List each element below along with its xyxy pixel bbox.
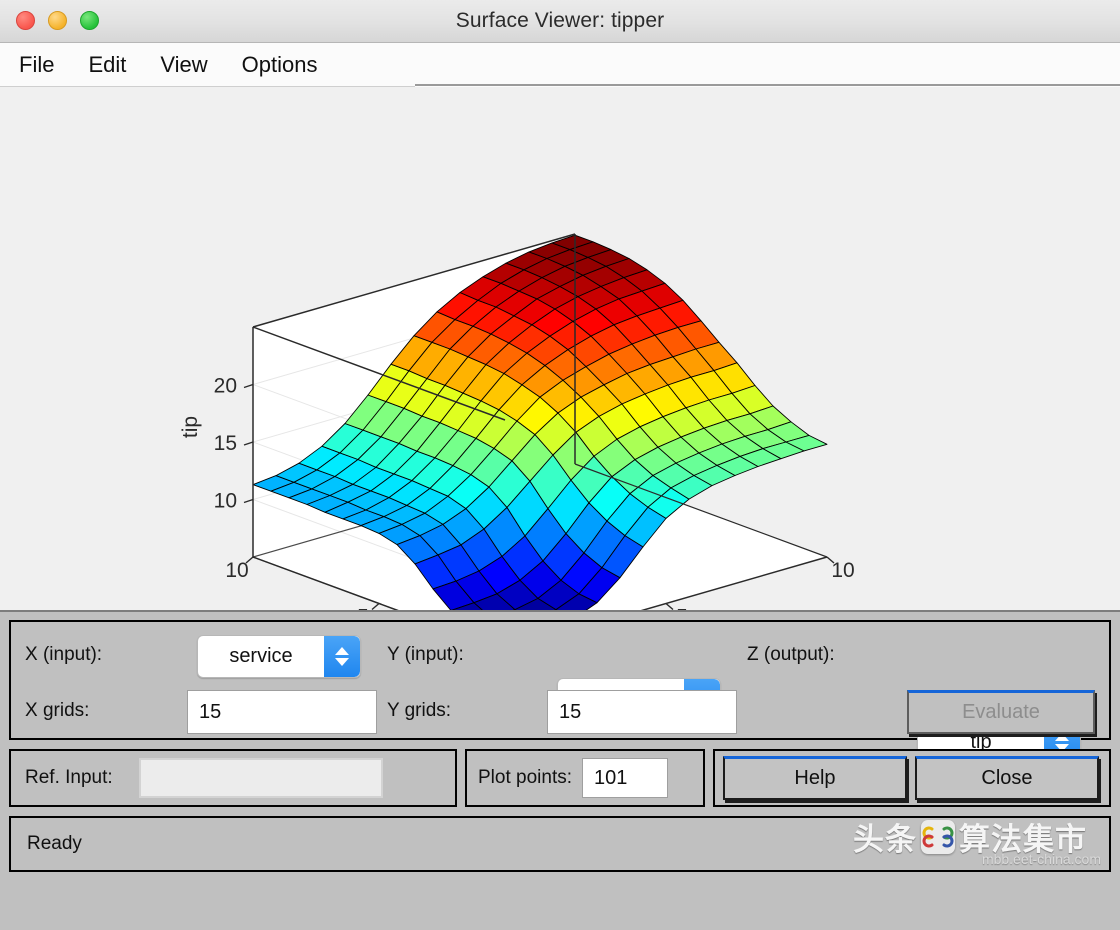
plot-points-label: Plot points:	[478, 767, 572, 788]
ref-input-panel: Ref. Input:	[9, 749, 457, 807]
svg-text:10: 10	[214, 490, 237, 513]
watermark: 头条 算法集市 mbb.eet-china.com	[853, 810, 1103, 870]
chevron-down-icon	[335, 658, 349, 666]
x-input-dropdown[interactable]: service	[197, 635, 361, 678]
status-text: Ready	[27, 833, 82, 854]
watermark-name: 算法集市	[959, 822, 1087, 858]
x-input-value: service	[229, 645, 293, 667]
svg-text:10: 10	[831, 559, 854, 582]
menubar-divider-right	[415, 84, 1120, 86]
menu-edit[interactable]: Edit	[86, 50, 128, 80]
surface-plot[interactable]: 101520tip0510food0510service	[0, 87, 1120, 610]
svg-text:20: 20	[214, 375, 237, 398]
status-bar: Ready 头条 算法集市 mbb.eet-china.com	[9, 816, 1111, 872]
menu-view[interactable]: View	[158, 50, 209, 80]
controls-area: X (input): service Y (input): food Z (ou…	[0, 612, 1120, 872]
y-grids-label: Y grids:	[387, 700, 452, 721]
action-buttons-panel: Help Close	[713, 749, 1111, 807]
menu-file[interactable]: File	[17, 50, 56, 80]
window-title: Surface Viewer: tipper	[455, 9, 665, 32]
z-output-label: Z (output):	[747, 644, 835, 665]
help-button[interactable]: Help	[723, 756, 907, 800]
io-settings-panel: X (input): service Y (input): food Z (ou…	[9, 620, 1111, 764]
watermark-url: mbb.eet-china.com	[981, 851, 1101, 867]
svg-text:10: 10	[225, 559, 248, 582]
x-grids-input[interactable]: 15	[187, 690, 377, 734]
plot-points-input[interactable]: 101	[582, 758, 668, 798]
ref-input-field[interactable]	[138, 758, 383, 798]
svg-text:5: 5	[357, 606, 369, 611]
ref-input-label: Ref. Input:	[25, 767, 113, 788]
menu-options[interactable]: Options	[240, 50, 320, 80]
surface-viewer-window: Surface Viewer: tipper File Edit View Op…	[0, 0, 1120, 930]
reference-and-actions-row: Ref. Input: Plot points: 101 Help Close	[9, 749, 1111, 807]
menu-bar: File Edit View Options	[0, 43, 1120, 87]
close-button[interactable]: Close	[915, 756, 1099, 800]
svg-text:tip: tip	[179, 416, 202, 438]
watermark-brand: 头条	[853, 822, 917, 858]
x-grids-label: X grids:	[25, 700, 90, 721]
surface-plot-area[interactable]: 101520tip0510food0510service service foo…	[0, 87, 1120, 612]
plot-points-panel: Plot points: 101	[465, 749, 705, 807]
evaluate-button[interactable]: Evaluate	[907, 690, 1095, 734]
y-grids-input[interactable]: 15	[547, 690, 737, 734]
x-input-label: X (input):	[25, 644, 103, 665]
svg-text:5: 5	[676, 606, 688, 611]
chevron-up-icon	[335, 647, 349, 655]
y-input-label: Y (input):	[387, 644, 464, 665]
x-input-stepper[interactable]	[324, 636, 360, 677]
svg-text:15: 15	[214, 432, 237, 455]
chevron-up-icon	[1055, 733, 1069, 741]
title-bar: Surface Viewer: tipper	[0, 0, 1120, 43]
watermark-logo-icon	[921, 819, 955, 854]
